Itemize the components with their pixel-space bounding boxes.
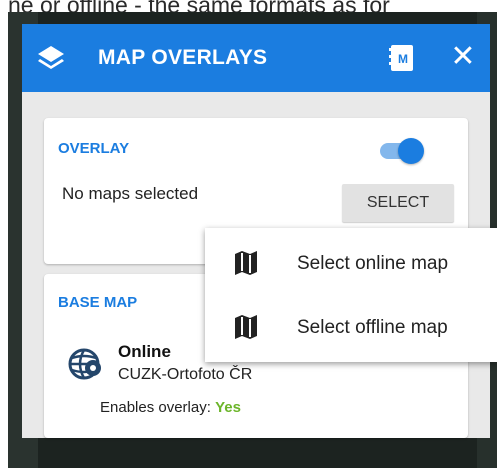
close-button[interactable]: ✕ <box>448 42 478 72</box>
popup-item-select-online-map[interactable]: Select online map <box>205 234 497 294</box>
mapbook-letter: M <box>398 52 408 66</box>
select-map-popup: Select online map Select offline map <box>205 228 497 362</box>
map-icon <box>235 251 257 275</box>
enables-overlay-value: Yes <box>215 399 241 416</box>
popup-item-label: Select online map <box>297 253 449 274</box>
panel-title: MAP OVERLAYS <box>98 46 268 69</box>
base-map-section-label: BASE MAP <box>58 294 138 311</box>
select-button[interactable]: SELECT <box>342 184 454 222</box>
overlay-toggle[interactable] <box>376 136 426 166</box>
enables-overlay-label: Enables overlay: <box>100 399 211 416</box>
online-map-icon <box>68 348 101 380</box>
overlay-status-text: No maps selected <box>62 184 199 203</box>
popup-item-select-offline-map[interactable]: Select offline map <box>205 298 497 358</box>
overlay-section-label: OVERLAY <box>58 140 130 157</box>
panel-header: MAP OVERLAYS M ✕ <box>22 24 490 92</box>
map-icon <box>235 315 257 339</box>
layers-icon <box>38 46 64 69</box>
toggle-thumb <box>398 138 424 164</box>
base-map-type: Online <box>118 342 171 361</box>
popup-item-label: Select offline map <box>297 317 448 338</box>
enables-overlay-row: Enables overlay: Yes <box>100 399 241 416</box>
base-map-name: CUZK-Ortofoto ČR <box>118 366 253 383</box>
mapbook-icon[interactable]: M <box>388 44 416 72</box>
